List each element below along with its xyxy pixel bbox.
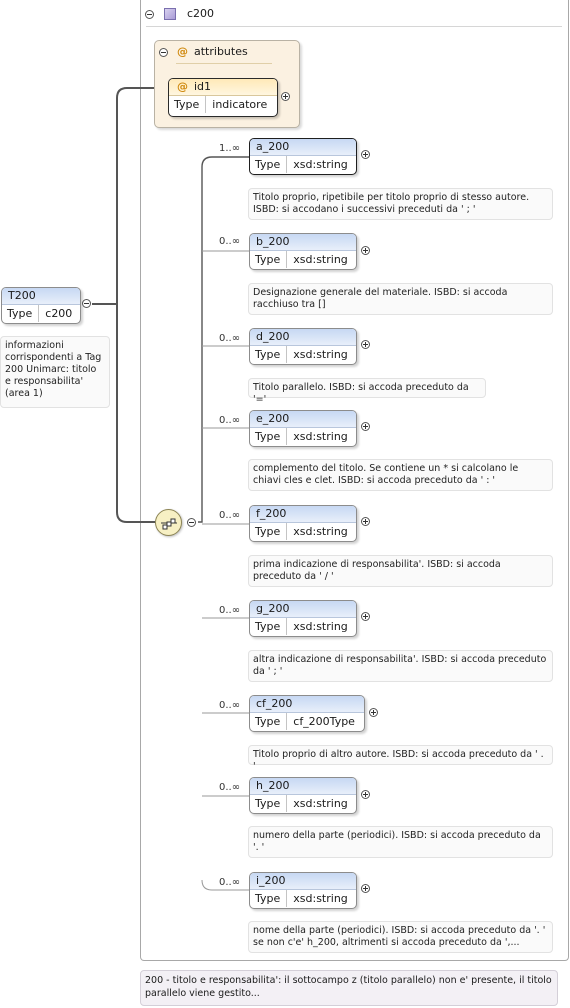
at-icon: @ [177,45,188,58]
expand-d_200-button[interactable] [361,340,370,349]
type-value: indicatore [212,98,268,111]
element-documentation: Titolo parallelo. ISBD: si accoda preced… [248,378,486,405]
sequence-compositor-icon[interactable] [155,509,182,536]
element-name: d_200 [250,329,356,346]
type-key: Type [250,713,288,730]
cardinality-label: 0..∞ [219,700,241,711]
cardinality-label: 0..∞ [219,877,241,888]
expand-f_200-button[interactable] [361,517,370,526]
type-key: Type [169,96,207,113]
type-key: Type [2,305,40,322]
element-documentation: Titolo proprio di altro autore. ISBD: si… [248,745,553,772]
expand-i_200-button[interactable] [361,884,370,893]
at-icon: @ [177,80,188,93]
type-value: xsd:string [293,430,348,443]
element-d_200[interactable]: d_200 Type xsd:string [249,328,357,365]
type-value: xsd:string [293,620,348,633]
element-name: b_200 [250,234,356,251]
type-key: Type [250,890,288,907]
type-key: Type [250,428,288,445]
type-key: Type [250,156,288,173]
cardinality-label: 0..∞ [219,782,241,793]
element-e_200[interactable]: e_200 Type xsd:string [249,410,357,447]
type-key: Type [250,346,288,363]
element-b_200[interactable]: b_200 Type xsd:string [249,233,357,270]
element-name: a_200 [250,139,356,156]
element-i_200[interactable]: i_200 Type xsd:string [249,872,357,909]
expand-g_200-button[interactable] [361,612,370,621]
collapse-attributes-button[interactable] [159,48,168,57]
type-value: xsd:string [293,253,348,266]
element-name: h_200 [250,778,356,795]
element-name: i_200 [250,873,356,890]
collapse-sequence-button[interactable] [187,518,196,527]
cardinality-label: 0..∞ [219,236,241,247]
type-value: xsd:string [293,525,348,538]
element-g_200[interactable]: g_200 Type xsd:string [249,600,357,637]
type-value: cf_200Type [293,715,355,728]
attributes-label: attributes [194,45,248,58]
root-element-T200[interactable]: T200 Type c200 [1,287,81,324]
element-a_200[interactable]: a_200 Type xsd:string [249,138,357,175]
element-name: e_200 [250,411,356,428]
expand-id1-button[interactable] [281,92,290,101]
expand-h_200-button[interactable] [361,790,370,799]
element-cf_200[interactable]: cf_200 Type cf_200Type [249,695,365,732]
element-documentation: complemento del titolo. Se contiene un *… [248,459,553,491]
attributes-divider [176,63,272,64]
collapse-T200-button[interactable] [82,299,91,308]
element-documentation: Titolo proprio, ripetibile per titolo pr… [248,188,553,220]
type-key: Type [250,251,288,268]
type-value: xsd:string [293,797,348,810]
attributes-header: @ attributes [177,45,248,58]
type-key: Type [250,795,288,812]
element-documentation: altra indicazione di responsabilita'. IS… [248,650,553,682]
root-documentation: informazioni corrispondenti a Tag 200 Un… [0,336,110,408]
element-documentation: prima indicazione di responsabilita'. IS… [248,555,553,587]
element-documentation: nome della parte (periodici). ISBD: si a… [248,921,553,953]
expand-cf_200-button[interactable] [369,708,378,717]
element-h_200[interactable]: h_200 Type xsd:string [249,777,357,814]
cardinality-label: 0..∞ [219,510,241,521]
element-documentation: Designazione generale del materiale. ISB… [248,283,553,315]
element-name: T200 [2,288,80,305]
attribute-name: id1 [194,80,212,93]
type-value: c200 [45,307,73,320]
element-name: f_200 [250,506,356,523]
cardinality-label: 0..∞ [219,333,241,344]
expand-b_200-button[interactable] [361,246,370,255]
footer-annotation: 200 - titolo e responsabilita': il sotto… [140,970,558,1006]
cardinality-label: 1..∞ [219,143,241,154]
cardinality-label: 0..∞ [219,415,241,426]
type-key: Type [250,618,288,635]
element-name: g_200 [250,601,356,618]
type-value: xsd:string [293,158,348,171]
type-value: xsd:string [293,348,348,361]
type-key: Type [250,523,288,540]
attribute-id1[interactable]: @ id1 Type indicatore [168,78,278,117]
element-f_200[interactable]: f_200 Type xsd:string [249,505,357,542]
element-name: cf_200 [250,696,364,713]
expand-a_200-button[interactable] [361,150,370,159]
cardinality-label: 0..∞ [219,605,241,616]
type-value: xsd:string [293,892,348,905]
element-documentation: numero della parte (periodici). ISBD: si… [248,826,553,858]
expand-e_200-button[interactable] [361,422,370,431]
